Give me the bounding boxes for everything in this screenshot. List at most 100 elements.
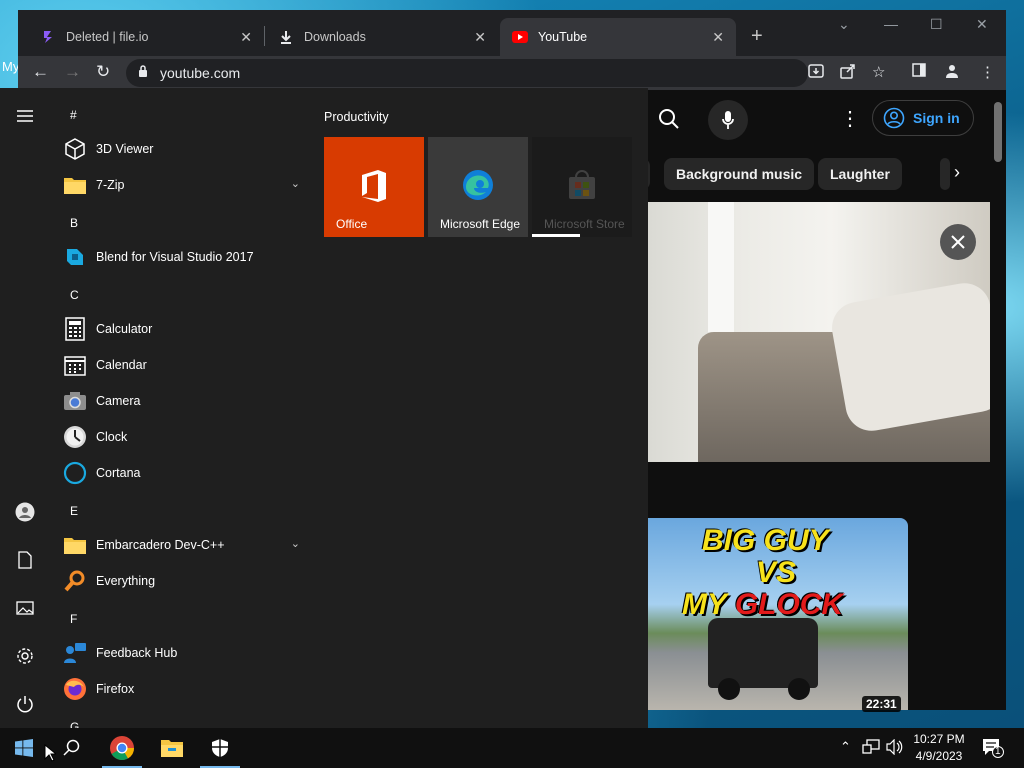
- close-ad-button[interactable]: [940, 224, 976, 260]
- tile-label: Microsoft Store: [544, 217, 625, 231]
- window-close-icon[interactable]: ✕: [976, 16, 988, 33]
- taskbar-clock[interactable]: 10:27 PM 4/9/2023: [906, 731, 972, 765]
- close-icon[interactable]: ✕: [474, 29, 486, 46]
- tab-fileio[interactable]: Deleted | file.io ✕: [28, 18, 264, 56]
- thumb-text: BIG GUY: [702, 524, 829, 557]
- browser-toolbar: ← → ↻ youtube.com ☆ ⋮: [18, 56, 1006, 90]
- close-icon[interactable]: ✕: [240, 29, 252, 46]
- lock-icon: [138, 65, 148, 83]
- voice-search-button[interactable]: [708, 100, 748, 140]
- chevron-right-icon[interactable]: ›: [954, 162, 960, 183]
- desktop-icon-label[interactable]: My: [2, 59, 19, 74]
- show-hidden-icons[interactable]: ⌃: [840, 739, 851, 755]
- tab-downloads[interactable]: Downloads ✕: [266, 18, 498, 56]
- install-app-icon[interactable]: [808, 63, 824, 83]
- taskbar-file-explorer[interactable]: [148, 728, 196, 768]
- back-icon[interactable]: ←: [32, 62, 49, 82]
- tab-youtube[interactable]: YouTube ✕: [500, 18, 736, 56]
- forward-icon[interactable]: →: [64, 62, 81, 82]
- notification-count: 1: [995, 746, 1001, 757]
- tile-office[interactable]: Office: [324, 137, 424, 237]
- bookmark-star-icon[interactable]: ☆: [872, 63, 885, 81]
- pictures-icon[interactable]: [13, 596, 37, 620]
- app-list: # 3D Viewer 7-Zip ⌄ B Blend for Visual S…: [50, 88, 314, 728]
- edge-icon: [462, 169, 494, 206]
- app-item-calendar[interactable]: Calendar: [62, 348, 308, 382]
- app-item-3d-viewer[interactable]: 3D Viewer: [62, 132, 308, 166]
- taskbar-security[interactable]: [196, 728, 244, 768]
- app-item-7zip[interactable]: 7-Zip ⌄: [62, 168, 308, 202]
- side-panel-icon[interactable]: [912, 63, 926, 81]
- account-icon: [883, 107, 905, 129]
- hero-ad-image[interactable]: [638, 202, 990, 462]
- taskbar-chrome[interactable]: [98, 728, 146, 768]
- start-rail: [0, 88, 50, 728]
- folder-icon: [62, 532, 88, 558]
- app-label: Camera: [96, 394, 141, 408]
- sign-in-button[interactable]: Sign in: [872, 100, 974, 136]
- reload-icon[interactable]: ↻: [96, 62, 110, 82]
- start-button[interactable]: [0, 728, 48, 768]
- notification-center-button[interactable]: 1: [982, 738, 1004, 761]
- app-item-blend[interactable]: Blend for Visual Studio 2017: [62, 240, 308, 274]
- video-thumbnail[interactable]: BIG GUY VS MY GLOCK: [638, 518, 908, 710]
- hamburger-menu-icon[interactable]: [13, 104, 37, 128]
- profile-icon[interactable]: [944, 63, 960, 83]
- settings-gear-icon[interactable]: [13, 644, 37, 668]
- app-item-feedback-hub[interactable]: Feedback Hub: [62, 636, 308, 670]
- scrollbar-thumb[interactable]: [994, 102, 1002, 162]
- fileio-icon: [40, 29, 56, 45]
- calculator-icon: [62, 316, 88, 342]
- browser-menu-icon[interactable]: ⋮: [980, 63, 995, 81]
- cube-icon: [62, 136, 88, 162]
- tile-microsoft-store[interactable]: Microsoft Store: [532, 137, 632, 237]
- tile-label: Microsoft Edge: [440, 217, 521, 231]
- app-group-letter[interactable]: B: [70, 216, 78, 230]
- network-icon[interactable]: [862, 739, 880, 758]
- youtube-icon: [512, 29, 528, 45]
- app-group-letter[interactable]: #: [70, 108, 77, 122]
- chip-laughter[interactable]: Laughter: [818, 158, 902, 190]
- cortana-icon: [62, 460, 88, 486]
- app-group-letter[interactable]: F: [70, 612, 77, 626]
- search-icon[interactable]: [658, 108, 680, 135]
- minimize-icon[interactable]: —: [884, 16, 898, 32]
- mouse-cursor-icon: [44, 743, 58, 767]
- thumb-text: VS: [756, 556, 797, 589]
- address-bar[interactable]: youtube.com: [126, 59, 808, 87]
- app-group-letter[interactable]: C: [70, 288, 79, 302]
- tile-microsoft-edge[interactable]: Microsoft Edge: [428, 137, 528, 237]
- app-item-camera[interactable]: Camera: [62, 384, 308, 418]
- app-item-cortana[interactable]: Cortana: [62, 456, 308, 490]
- app-item-clock[interactable]: Clock: [62, 420, 308, 454]
- app-item-calculator[interactable]: Calculator: [62, 312, 308, 346]
- settings-menu-icon[interactable]: ⋮: [840, 106, 860, 131]
- taskbar: ⌃ 10:27 PM 4/9/2023 1: [0, 728, 1024, 768]
- url-text: youtube.com: [160, 65, 241, 81]
- tab-search-icon[interactable]: ⌄: [838, 16, 850, 33]
- user-account-icon[interactable]: [13, 500, 37, 524]
- app-group-letter[interactable]: E: [70, 504, 78, 518]
- app-item-everything[interactable]: Everything: [62, 564, 308, 598]
- app-item-embarcadero[interactable]: Embarcadero Dev-C++ ⌄: [62, 528, 308, 562]
- share-icon[interactable]: [840, 63, 856, 83]
- app-label: Calculator: [96, 322, 153, 336]
- thumb-text: MY GLOCK: [682, 588, 844, 621]
- power-icon[interactable]: [13, 692, 37, 716]
- chip-background-music[interactable]: Background music: [664, 158, 815, 190]
- app-item-firefox[interactable]: Firefox: [62, 672, 308, 706]
- maximize-icon[interactable]: ☐: [930, 16, 943, 33]
- documents-icon[interactable]: [13, 548, 37, 572]
- chevron-down-icon[interactable]: ⌄: [291, 537, 300, 550]
- app-group-letter[interactable]: G: [70, 720, 79, 728]
- tab-strip: Deleted | file.io ✕ Downloads ✕ YouTube …: [18, 10, 1006, 56]
- chevron-down-icon[interactable]: ⌄: [291, 177, 300, 190]
- clock-date: 4/9/2023: [915, 749, 963, 763]
- chip-partial[interactable]: [940, 158, 950, 190]
- close-icon[interactable]: ✕: [712, 29, 724, 46]
- tab-separator: [264, 26, 265, 46]
- new-tab-button[interactable]: +: [751, 25, 763, 48]
- chrome-icon: [110, 736, 134, 761]
- volume-icon[interactable]: [886, 738, 904, 758]
- clock-icon: [62, 424, 88, 450]
